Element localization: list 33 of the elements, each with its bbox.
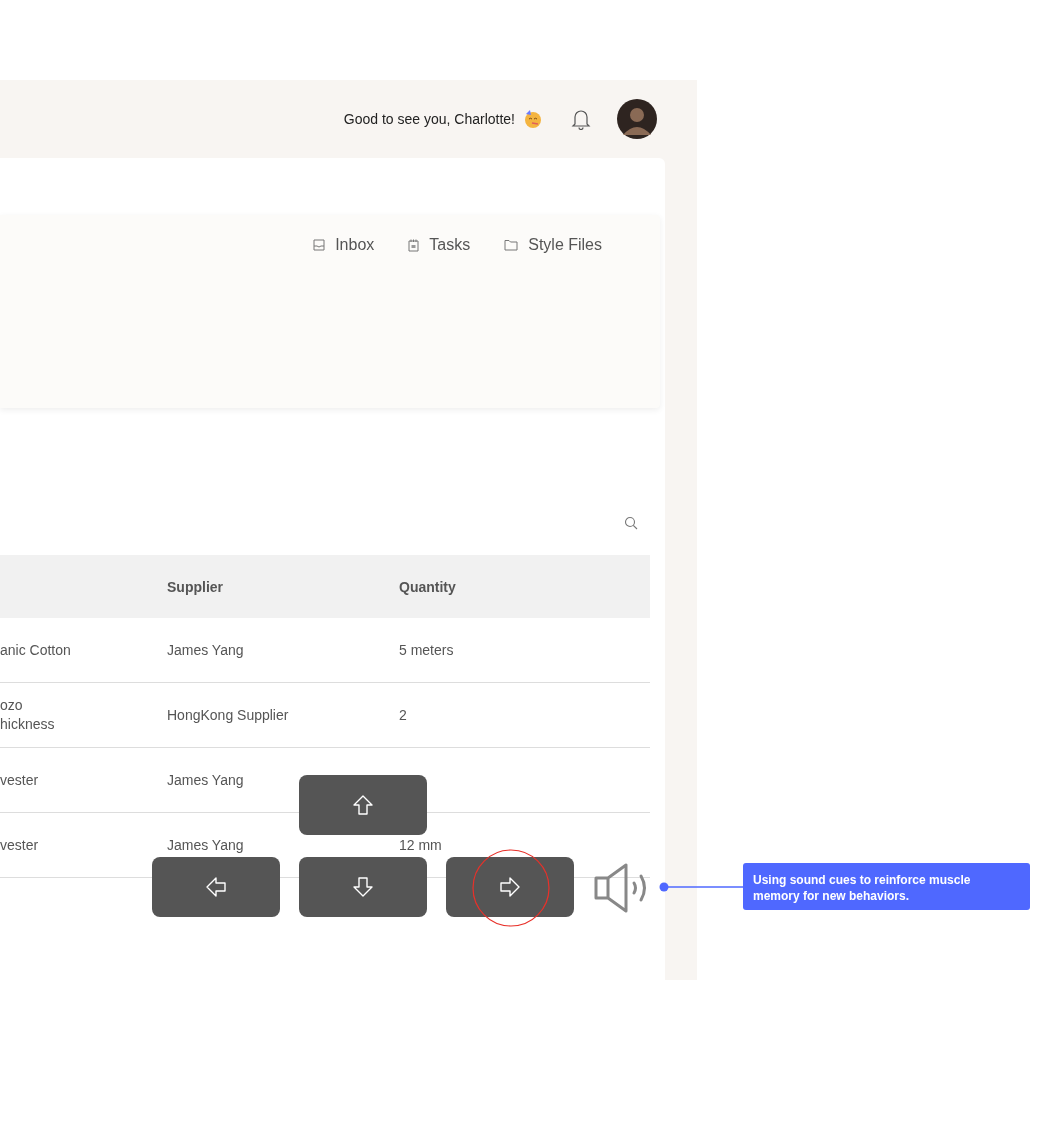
column-header: Supplier xyxy=(167,578,224,595)
table-cell: 12 mm xyxy=(399,836,442,853)
table-cell: anic Cotton xyxy=(0,641,71,658)
arrow-down-icon xyxy=(351,875,375,899)
table-cell: 5 meters xyxy=(399,641,454,658)
annotation-note: Using sound cues to reinforce muscle memory for new behaviors. xyxy=(743,863,1030,910)
table-cell: ozo hickness xyxy=(0,697,55,732)
bell-icon[interactable] xyxy=(571,108,591,130)
tray-icon xyxy=(313,239,326,251)
notepad-icon xyxy=(408,238,420,252)
table-cell: vester xyxy=(0,836,39,853)
table-cell: HongKong Supplier xyxy=(167,706,289,723)
tab[interactable]: Inbox xyxy=(313,235,375,255)
table-cell: vester xyxy=(0,771,39,788)
greeting-text: Good to see you, Charlotte! xyxy=(343,111,515,127)
table-cell: James Yang xyxy=(167,836,244,853)
arrow-key[interactable] xyxy=(152,857,280,917)
arrow-right-icon xyxy=(498,875,522,899)
arrow-left-icon xyxy=(204,875,228,899)
table-cell: James Yang xyxy=(167,641,244,658)
tab[interactable]: Tasks xyxy=(408,235,471,255)
folder-icon xyxy=(504,239,519,251)
tab[interactable]: Style Files xyxy=(504,235,602,255)
arrow-up-icon xyxy=(351,793,375,817)
table-cell: James Yang xyxy=(167,771,244,788)
avatar[interactable] xyxy=(617,99,657,139)
arrow-key[interactable] xyxy=(446,857,574,917)
search-icon[interactable] xyxy=(624,516,638,530)
arrow-key[interactable] xyxy=(299,857,427,917)
table-cell: 2 xyxy=(399,706,407,723)
arrow-key[interactable] xyxy=(299,775,427,835)
column-header: Quantity xyxy=(399,578,457,595)
party-face-icon xyxy=(523,109,543,129)
